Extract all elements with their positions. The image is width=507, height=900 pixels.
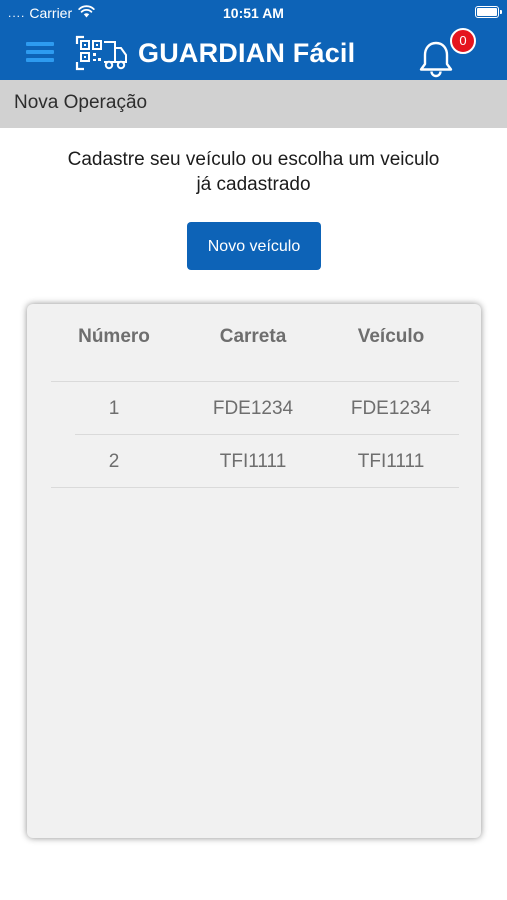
table-header: Número Carreta Veículo xyxy=(27,326,481,356)
status-bar: .... Carrier 10:51 AM xyxy=(0,0,507,26)
app-brand: GUARDIAN Fácil xyxy=(74,34,355,72)
cell-carreta: FDE1234 xyxy=(212,398,294,419)
section-header: Nova Operação xyxy=(0,80,507,128)
cell-numero: 1 xyxy=(108,398,120,419)
column-header-carreta[interactable]: Carreta xyxy=(183,326,323,348)
column-header-numero[interactable]: Número xyxy=(44,326,184,348)
table-row[interactable]: 1 FDE1234 FDE1234 xyxy=(27,382,481,435)
vehicles-table: Número Carreta Veículo 1 FDE1234 FDE1234… xyxy=(27,304,481,838)
notification-badge: 0 xyxy=(450,28,476,54)
qr-truck-logo-icon xyxy=(75,35,127,71)
cell-veiculo: TFI1111 xyxy=(357,451,425,472)
status-time: 10:51 AM xyxy=(223,5,284,21)
row-divider xyxy=(51,487,459,488)
cell-numero: 2 xyxy=(108,451,120,472)
cell-carreta: TFI1111 xyxy=(219,451,287,472)
instruction-text: Cadastre seu veículo ou escolha um veicu… xyxy=(30,147,477,197)
bell-icon xyxy=(419,41,453,78)
battery-icon xyxy=(475,6,502,18)
app-header: GUARDIAN Fácil 0 xyxy=(0,26,507,80)
app-name: GUARDIAN Fácil xyxy=(138,37,356,68)
section-title: Nova Operação xyxy=(14,92,148,113)
instruction-line-2: já cadastrado xyxy=(196,174,311,195)
new-vehicle-button[interactable]: Novo veículo xyxy=(187,222,321,270)
cell-veiculo: FDE1234 xyxy=(350,398,432,419)
table-row[interactable]: 2 TFI1111 TFI1111 xyxy=(27,435,481,488)
hamburger-menu-icon[interactable] xyxy=(26,42,54,62)
instruction-line-1: Cadastre seu veículo ou escolha um veicu… xyxy=(67,149,440,170)
notifications-button[interactable]: 0 xyxy=(418,28,476,80)
column-header-veiculo[interactable]: Veículo xyxy=(321,326,461,348)
